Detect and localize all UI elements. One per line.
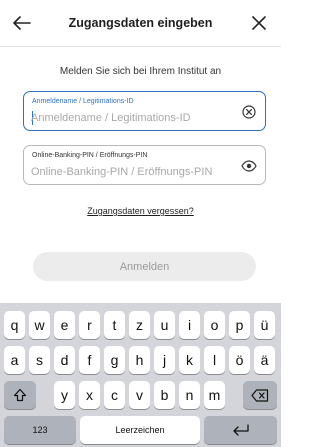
forgot-credentials-link[interactable]: Zugangsdaten vergessen? (0, 206, 281, 216)
key-h[interactable]: h (129, 346, 150, 374)
username-field[interactable]: Anmeldename / Legitimations-ID (23, 91, 266, 131)
close-button[interactable] (247, 11, 271, 35)
key-q[interactable]: q (4, 311, 25, 339)
key-y[interactable]: y (54, 381, 75, 409)
key-x[interactable]: x (79, 381, 100, 409)
key-d[interactable]: d (54, 346, 75, 374)
key-w[interactable]: w (29, 311, 50, 339)
backspace-icon (251, 388, 269, 402)
login-subtitle: Melden Sie sich bei Ihrem Institut an (59, 66, 222, 77)
space-key[interactable]: Leerzeichen (80, 416, 200, 444)
login-button[interactable]: Anmelden (33, 252, 256, 281)
key-f[interactable]: f (79, 346, 100, 374)
close-icon (252, 16, 266, 30)
key-l[interactable]: l (204, 346, 225, 374)
key-i[interactable]: i (179, 311, 200, 339)
backspace-key[interactable] (243, 381, 277, 409)
key-n[interactable]: n (179, 381, 200, 409)
key-e[interactable]: e (54, 311, 75, 339)
key-c[interactable]: c (104, 381, 125, 409)
username-input[interactable] (31, 110, 231, 126)
key-o[interactable]: o (204, 311, 225, 339)
pin-label: Online-Banking-PIN / Eröffnungs-PIN (32, 152, 148, 159)
key-ue[interactable]: ü (254, 311, 275, 339)
shift-icon (13, 388, 27, 402)
pin-field[interactable]: Online-Banking-PIN / Eröffnungs-PIN (23, 145, 266, 185)
header-divider (0, 46, 281, 47)
pin-input[interactable] (31, 164, 231, 180)
eye-icon (241, 160, 257, 172)
key-s[interactable]: s (29, 346, 50, 374)
key-g[interactable]: g (104, 346, 125, 374)
key-b[interactable]: b (154, 381, 175, 409)
return-icon (232, 424, 249, 436)
key-k[interactable]: k (179, 346, 200, 374)
key-ae[interactable]: ä (254, 346, 275, 374)
numbers-key[interactable]: 123 (4, 416, 76, 444)
clear-circle-icon (242, 105, 256, 119)
shift-key[interactable] (4, 381, 36, 409)
clear-button[interactable] (241, 104, 257, 120)
header: Zugangsdaten eingeben (0, 0, 281, 46)
key-u[interactable]: u (154, 311, 175, 339)
username-label: Anmeldename / Legitimations-ID (32, 98, 134, 105)
key-m[interactable]: m (204, 381, 225, 409)
key-t[interactable]: t (104, 311, 125, 339)
key-a[interactable]: a (4, 346, 25, 374)
key-oe[interactable]: ö (229, 346, 250, 374)
keyboard: q w e r t z u i o p ü a s d f g h j k l … (0, 303, 281, 447)
key-r[interactable]: r (79, 311, 100, 339)
page-title: Zugangsdaten eingeben (68, 16, 213, 30)
key-p[interactable]: p (229, 311, 250, 339)
key-j[interactable]: j (154, 346, 175, 374)
show-pin-button[interactable] (241, 158, 257, 174)
key-v[interactable]: v (129, 381, 150, 409)
key-z[interactable]: z (129, 311, 150, 339)
return-key[interactable] (204, 416, 277, 444)
